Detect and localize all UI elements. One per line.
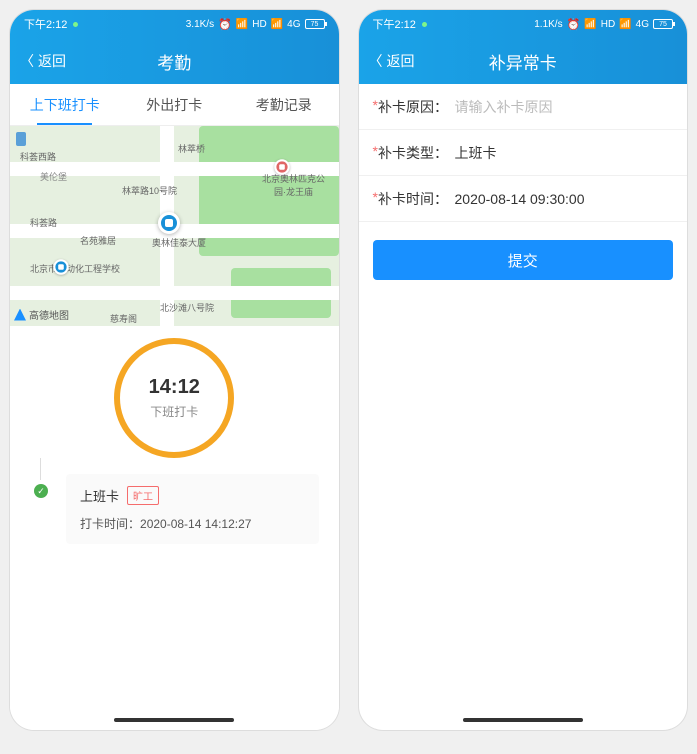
record-title: 上班卡: [80, 486, 119, 505]
record-card[interactable]: 上班卡 旷工 打卡时间：2020-08-14 14:12:27: [66, 474, 319, 544]
navbar: 〈 返回 补异常卡: [359, 38, 688, 84]
hd-badge: HD: [601, 19, 615, 30]
map-label: 奥林佳泰大厦: [152, 236, 206, 249]
submit-button[interactable]: 提交: [373, 240, 674, 280]
map-label: 美伦堡: [40, 170, 67, 183]
status-bar: 下午2:12 1.1K/s ⏰ 📶 HD 📶 4G 75: [359, 10, 688, 38]
reason-input[interactable]: 请输入补卡原因: [455, 97, 553, 117]
time-label: 补卡时间：: [378, 189, 448, 209]
status-bar: 下午2:12 3.1K/s ⏰ 📶 HD 📶 4G 75: [10, 10, 339, 38]
type-row[interactable]: *补卡类型： 上班卡: [359, 130, 688, 176]
clock-area: 14:12 下班打卡 上班卡 旷工 打卡时间：2020-08-14 14:12:…: [10, 326, 339, 730]
net-speed: 1.1K/s: [534, 19, 562, 30]
reason-row[interactable]: *补卡原因： 请输入补卡原因: [359, 84, 688, 130]
chevron-left-icon: 〈: [369, 51, 383, 71]
map-label: 北京奥林匹克公园·龙王庙: [259, 172, 329, 198]
tab-outside[interactable]: 外出打卡: [120, 84, 230, 125]
map-label: 北京市自动化工程学校: [30, 262, 120, 275]
signal-icon-2: 📶: [619, 19, 631, 30]
school-pin-icon: [53, 259, 68, 274]
net-speed: 3.1K/s: [186, 19, 214, 30]
absent-badge: 旷工: [127, 486, 159, 505]
type-value[interactable]: 上班卡: [455, 143, 497, 163]
battery-icon: 75: [653, 19, 673, 29]
timeline: 上班卡 旷工 打卡时间：2020-08-14 14:12:27: [10, 458, 339, 544]
reason-label: 补卡原因：: [378, 97, 448, 117]
clock-time: 14:12: [149, 376, 200, 399]
type-label: 补卡类型：: [378, 143, 448, 163]
signal-icon: 📶: [584, 19, 596, 30]
map-label: 林萃桥: [178, 142, 205, 155]
net-type: 4G: [636, 19, 649, 30]
clock-in-button[interactable]: 14:12 下班打卡: [114, 338, 234, 458]
exception-card-screen: 下午2:12 1.1K/s ⏰ 📶 HD 📶 4G 75 〈 返回 补异常卡 *…: [359, 10, 688, 730]
location-pin-icon: [158, 212, 180, 234]
tab-commute[interactable]: 上下班打卡: [10, 84, 120, 125]
home-indicator[interactable]: [463, 718, 583, 722]
tabs: 上下班打卡 外出打卡 考勤记录: [10, 84, 339, 126]
alarm-icon: ⏰: [567, 18, 581, 31]
signal-icon: 📶: [236, 19, 248, 30]
tab-records[interactable]: 考勤记录: [229, 84, 339, 125]
clock-label: 下班打卡: [150, 403, 198, 420]
map-label: 慈寿阁: [110, 312, 137, 325]
battery-icon: 75: [305, 19, 325, 29]
status-dot-icon: [422, 22, 427, 27]
alarm-icon: ⏰: [218, 18, 232, 31]
check-icon: [34, 484, 48, 498]
record-time-value: 2020-08-14 14:12:27: [140, 517, 251, 531]
timeline-line: [40, 458, 41, 480]
map-view[interactable]: 科荟西路 美伦堡 科荟路 名苑雅居 北京市自动化工程学校 林萃桥 林萃路10号院…: [10, 126, 339, 326]
map-attribution: 高德地图: [14, 307, 69, 322]
status-time: 下午2:12: [24, 16, 67, 32]
map-label: 北沙滩八号院: [160, 301, 214, 314]
map-label: 林萃路10号院: [122, 184, 177, 197]
map-label: 名苑雅居: [80, 234, 116, 247]
poi-pin-icon: [274, 159, 289, 174]
home-indicator[interactable]: [114, 718, 234, 722]
back-button[interactable]: 〈 返回: [10, 51, 66, 71]
amap-logo-icon: [14, 309, 26, 321]
record-time-label: 打卡时间：: [80, 517, 140, 531]
map-label: 科荟西路: [20, 150, 56, 163]
navbar: 〈 返回 考勤: [10, 38, 339, 84]
back-label: 返回: [38, 51, 66, 71]
time-row[interactable]: *补卡时间： 2020-08-14 09:30:00: [359, 176, 688, 222]
net-type: 4G: [287, 19, 300, 30]
hd-badge: HD: [252, 19, 266, 30]
map-label: 科荟路: [30, 216, 57, 229]
chevron-left-icon: 〈: [20, 51, 34, 71]
back-button[interactable]: 〈 返回: [359, 51, 415, 71]
back-label: 返回: [387, 51, 415, 71]
signal-icon-2: 📶: [271, 19, 283, 30]
form: *补卡原因： 请输入补卡原因 *补卡类型： 上班卡 *补卡时间： 2020-08…: [359, 84, 688, 222]
status-dot-icon: [73, 22, 78, 27]
status-time: 下午2:12: [373, 16, 416, 32]
attendance-screen: 下午2:12 3.1K/s ⏰ 📶 HD 📶 4G 75 〈 返回 考勤 上下班…: [10, 10, 339, 730]
time-value[interactable]: 2020-08-14 09:30:00: [455, 191, 585, 207]
